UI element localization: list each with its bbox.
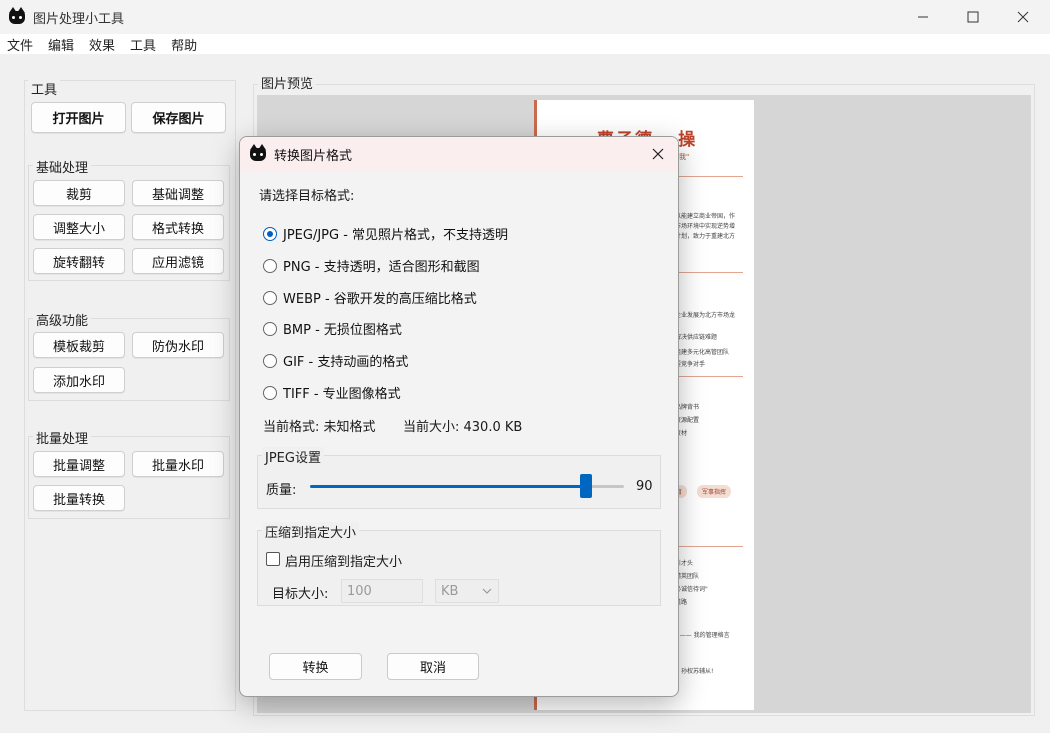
dialog-close-button[interactable]	[646, 142, 670, 166]
radio-jpeg[interactable]	[263, 226, 277, 241]
anti-fake-watermark-button[interactable]: 防伪水印	[132, 332, 224, 358]
apply-filter-button[interactable]: 应用滤镜	[132, 248, 224, 274]
radio-gif[interactable]	[263, 353, 277, 368]
format-option-tiff[interactable]: TIFF - 专业图像格式	[263, 383, 401, 402]
format-option-label: WEBP - 谷歌开发的高压缩比格式	[283, 292, 477, 307]
menu-edit[interactable]: 编辑	[48, 35, 74, 54]
resize-button[interactable]: 调整大小	[33, 214, 125, 240]
doc-text-line: 企业发展为北方市场龙	[675, 312, 736, 319]
cat-app-icon	[9, 7, 25, 25]
format-option-label: BMP - 无损位图格式	[283, 323, 402, 338]
window-title: 图片处理小工具	[33, 11, 125, 27]
doc-text-line: 要竞争对手	[675, 361, 706, 368]
basic-adjust-button[interactable]: 基础调整	[132, 180, 224, 206]
crop-button[interactable]: 裁剪	[33, 180, 125, 206]
chevron-down-icon	[482, 588, 492, 594]
maximize-button[interactable]	[950, 0, 996, 34]
format-option-label: JPEG/JPG - 常见照片格式，不支持透明	[283, 228, 509, 243]
format-prompt: 请选择目标格式:	[259, 189, 355, 204]
size-unit-value: KB	[441, 583, 459, 599]
quality-slider-thumb[interactable]	[580, 474, 593, 498]
radio-png[interactable]	[263, 258, 277, 273]
menu-file[interactable]: 文件	[7, 35, 33, 54]
format-option-label: GIF - 支持动画的格式	[283, 355, 409, 370]
batch-adjust-button[interactable]: 批量调整	[33, 451, 125, 477]
menu-bar: 文件 编辑 效果 工具 帮助	[0, 34, 1050, 54]
dialog-title-bar: 转换图片格式	[240, 137, 678, 171]
minimize-icon	[918, 16, 928, 18]
template-crop-button[interactable]: 模板裁剪	[33, 332, 125, 358]
quality-slider-fill	[310, 485, 587, 488]
current-format: 当前格式: 未知格式	[263, 420, 376, 435]
radio-bmp[interactable]	[263, 321, 277, 336]
jpeg-settings-title: JPEG设置	[262, 447, 324, 466]
doc-text-line: 解决供应链难题	[675, 334, 718, 341]
quality-value: 90	[636, 479, 653, 494]
cancel-button[interactable]: 取消	[387, 653, 479, 680]
size-unit-select[interactable]: KB	[435, 579, 499, 603]
dialog-title: 转换图片格式	[274, 148, 353, 164]
doc-text-line: 组建多元化高管团队	[675, 349, 730, 356]
batch-watermark-button[interactable]: 批量水印	[132, 451, 224, 477]
format-convert-button[interactable]: 格式转换	[132, 214, 224, 240]
maximize-icon	[967, 11, 979, 23]
convert-format-dialog: 转换图片格式 请选择目标格式: JPEG/JPG - 常见照片格式，不支持透明 …	[239, 136, 679, 697]
preview-title: 图片预览	[258, 73, 317, 92]
menu-effects[interactable]: 效果	[89, 35, 115, 54]
rotate-flip-button[interactable]: 旋转翻转	[33, 248, 125, 274]
title-bar: 图片处理小工具	[0, 0, 1050, 34]
target-size-input[interactable]: 100	[341, 579, 423, 603]
enable-compress-label: 启用压缩到指定大小	[285, 555, 403, 570]
format-option-gif[interactable]: GIF - 支持动画的格式	[263, 351, 408, 370]
close-window-button[interactable]	[1000, 0, 1046, 34]
current-size: 当前大小: 430.0 KB	[403, 420, 523, 435]
format-option-label: PNG - 支持透明，适合图形和截图	[283, 260, 480, 275]
minimize-button[interactable]	[900, 0, 946, 34]
doc-text-line: 计划，致力于重建北方	[675, 233, 736, 240]
close-icon	[1017, 11, 1029, 23]
format-option-bmp[interactable]: BMP - 无损位图格式	[263, 319, 402, 338]
doc-tag: 军事指挥	[697, 485, 732, 498]
radio-tiff[interactable]	[263, 385, 277, 400]
doc-text-line: ，孙权苏辅从!	[675, 668, 714, 675]
doc-text-line: 以能建立商业帝国，作	[675, 213, 736, 220]
format-option-png[interactable]: PNG - 支持透明，适合图形和截图	[263, 256, 480, 275]
batch-convert-button[interactable]: 批量转换	[33, 485, 125, 511]
target-size-label: 目标大小:	[272, 587, 329, 602]
compress-title: 压缩到指定大小	[262, 522, 360, 541]
cat-app-icon	[250, 144, 266, 162]
add-watermark-button[interactable]: 添加水印	[33, 367, 125, 393]
open-image-button[interactable]: 打开图片	[31, 102, 126, 133]
close-icon	[652, 148, 664, 160]
save-image-button[interactable]: 保存图片	[131, 102, 226, 133]
enable-compress-checkbox[interactable]	[266, 552, 280, 566]
menu-tools[interactable]: 工具	[130, 35, 156, 54]
format-option-jpeg[interactable]: JPEG/JPG - 常见照片格式，不支持透明	[263, 224, 508, 243]
batch-title: 批量处理	[33, 428, 92, 447]
tools-title: 工具	[28, 79, 61, 98]
convert-button[interactable]: 转换	[269, 653, 362, 680]
menu-help[interactable]: 帮助	[171, 35, 197, 54]
format-option-label: TIFF - 专业图像格式	[283, 387, 401, 402]
doc-text-line: 市场环境中实现逆势增	[675, 223, 736, 230]
doc-text-line: 必诚信待词"	[675, 586, 708, 593]
quality-label: 质量:	[266, 483, 297, 498]
doc-text-line: " —— 我的管理格言	[675, 632, 730, 639]
basic-processing-title: 基础处理	[33, 157, 92, 176]
format-option-webp[interactable]: WEBP - 谷歌开发的高压缩比格式	[263, 288, 477, 307]
radio-webp[interactable]	[263, 290, 277, 305]
advanced-title: 高级功能	[33, 310, 92, 329]
